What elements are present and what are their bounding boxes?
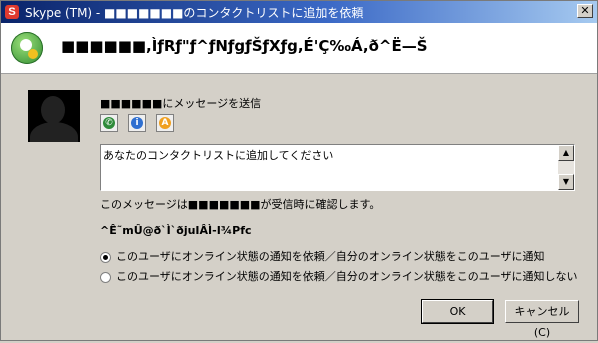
- avatar: [28, 90, 80, 142]
- avatar-shoulders: [30, 122, 78, 142]
- add-contact-icon: [11, 32, 43, 64]
- sms-icon[interactable]: A: [156, 114, 174, 132]
- info-icon[interactable]: i: [128, 114, 146, 132]
- option-no-notify[interactable]: このユーザにオンライン状態の通知を依頼／自分のオンライン状態をこのユーザに通知し…: [100, 268, 578, 284]
- option-notify[interactable]: このユーザにオンライン状態の通知を依頼／自分のオンライン状態をこのユーザに通知: [100, 248, 545, 264]
- message-textarea[interactable]: あなたのコンタクトリストに追加してください ▲ ▼: [100, 144, 575, 191]
- close-button[interactable]: ✕: [577, 4, 593, 18]
- avatar-head: [41, 96, 65, 124]
- scroll-down-button[interactable]: ▼: [558, 174, 574, 190]
- message-note: このメッセージは■■■■■■■が受信時に確認します。: [100, 198, 381, 211]
- dialog-header: ■■■■■■,ÌƒRƒ"ƒ^ƒNƒgƒŠƒXƒg,É'Ç‰Á,ð^Ë—Š: [1, 23, 597, 74]
- scroll-up-button[interactable]: ▲: [558, 145, 574, 161]
- message-scrollbar[interactable]: ▲ ▼: [558, 145, 574, 190]
- cancel-button[interactable]: キャンセル (C): [505, 300, 579, 339]
- option-no-notify-label[interactable]: このユーザにオンライン状態の通知を依頼／自分のオンライン状態をこのユーザに通知し…: [116, 270, 578, 283]
- info-icon-glyph: i: [131, 117, 143, 129]
- dialog-window: S Skype (TM) - ■■■■■■■のコンタクトリストに追加を依頼 ✕ …: [0, 0, 598, 341]
- header-title: ■■■■■■,ÌƒRƒ"ƒ^ƒNƒgƒŠƒXƒg,É'Ç‰Á,ð^Ë—Š: [61, 37, 428, 55]
- message-text[interactable]: あなたのコンタクトリストに追加してください: [103, 147, 556, 163]
- call-icon-glyph: ✆: [103, 117, 115, 129]
- skype-icon: S: [5, 5, 19, 19]
- option-notify-label[interactable]: このユーザにオンライン状態の通知を依頼／自分のオンライン状態をこのユーザに通知: [116, 250, 545, 263]
- ok-button[interactable]: OK: [421, 299, 494, 324]
- call-icon[interactable]: ✆: [100, 114, 118, 132]
- radio-notify[interactable]: [100, 251, 111, 263]
- section-heading: ^Ê˜mÛ@ð`Ì`ðjuIÂÌ-I¾Pfc: [100, 224, 252, 237]
- title-bar: S Skype (TM) - ■■■■■■■のコンタクトリストに追加を依頼 ✕: [1, 1, 597, 23]
- dialog-body: ■■■■■■にメッセージを送信 ✆ i A あなたのコンタクトリストに追加してく…: [1, 74, 597, 340]
- sms-icon-glyph: A: [159, 117, 171, 129]
- window-title: Skype (TM) - ■■■■■■■のコンタクトリストに追加を依頼: [25, 6, 364, 20]
- radio-no-notify[interactable]: [100, 271, 111, 283]
- send-message-label: ■■■■■■にメッセージを送信: [100, 97, 262, 110]
